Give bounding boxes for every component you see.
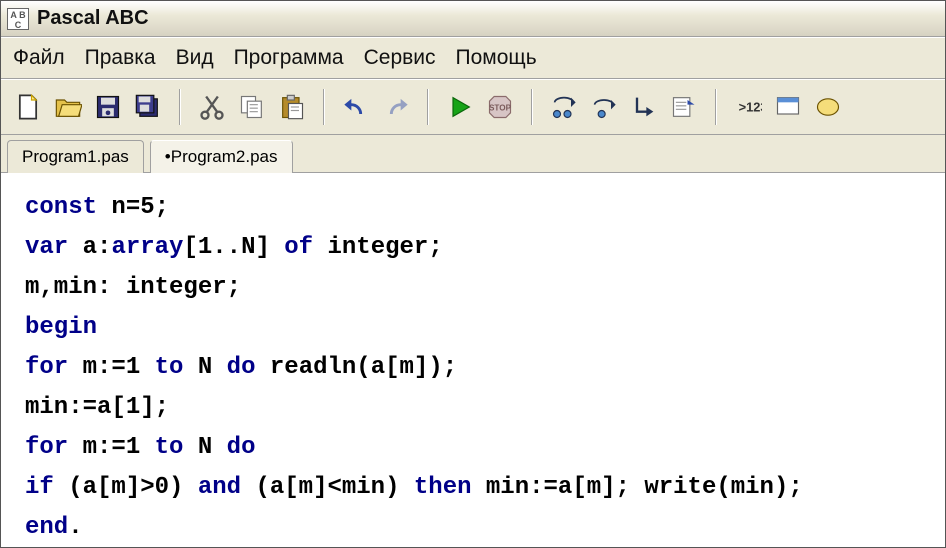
menu-file[interactable]: Файл (13, 46, 65, 70)
code-line: end. (25, 508, 921, 547)
code-line: m,min: integer; (25, 268, 921, 308)
menu-help[interactable]: Помощь (456, 46, 537, 70)
titlebar: A BC Pascal ABC (1, 1, 945, 37)
step-out-button[interactable] (627, 90, 661, 124)
paste-button[interactable] (275, 90, 309, 124)
toolbar-separator (715, 89, 717, 125)
new-file-button[interactable] (11, 90, 45, 124)
copy-button[interactable] (235, 90, 269, 124)
toolbar-separator (427, 89, 429, 125)
open-file-button[interactable] (51, 90, 85, 124)
watch-button[interactable]: >123 (731, 90, 765, 124)
cut-button[interactable] (195, 90, 229, 124)
menu-view[interactable]: Вид (176, 46, 214, 70)
step-into-button[interactable] (547, 90, 581, 124)
menu-program[interactable]: Программа (234, 46, 344, 70)
menu-service[interactable]: Сервис (364, 46, 436, 70)
app-window: A BC Pascal ABC Файл Правка Вид Программ… (0, 0, 946, 548)
undo-button[interactable] (339, 90, 373, 124)
code-line: begin (25, 308, 921, 348)
editor-tabbar: Program1.pas •Program2.pas (1, 135, 945, 173)
code-editor[interactable]: const n=5;var a:array[1..N] of integer;m… (1, 173, 945, 547)
app-icon: A BC (7, 8, 29, 30)
toolbar-separator (179, 89, 181, 125)
toolbar: STOP >123 (1, 79, 945, 135)
redo-button[interactable] (379, 90, 413, 124)
code-line: var a:array[1..N] of integer; (25, 228, 921, 268)
toolbar-separator (323, 89, 325, 125)
save-all-button[interactable] (131, 90, 165, 124)
svg-text:>123: >123 (739, 100, 762, 115)
editor-tab-1[interactable]: Program1.pas (7, 140, 144, 173)
code-line: if (a[m]>0) and (a[m]<min) then min:=a[m… (25, 468, 921, 508)
stop-button[interactable]: STOP (483, 90, 517, 124)
code-line: for m:=1 to N do readln(a[m]); (25, 348, 921, 388)
output-button[interactable] (811, 90, 845, 124)
step-over-button[interactable] (587, 90, 621, 124)
code-line: min:=a[1]; (25, 388, 921, 428)
toolbar-separator (531, 89, 533, 125)
window-button[interactable] (771, 90, 805, 124)
code-line: const n=5; (25, 188, 921, 228)
breakpoint-button[interactable] (667, 90, 701, 124)
menu-edit[interactable]: Правка (85, 46, 156, 70)
editor-tab-2[interactable]: •Program2.pas (150, 140, 293, 173)
save-button[interactable] (91, 90, 125, 124)
app-title: Pascal ABC (37, 7, 149, 30)
menubar: Файл Правка Вид Программа Сервис Помощь (1, 37, 945, 79)
code-line: for m:=1 to N do (25, 428, 921, 468)
svg-text:STOP: STOP (489, 104, 512, 113)
run-button[interactable] (443, 90, 477, 124)
